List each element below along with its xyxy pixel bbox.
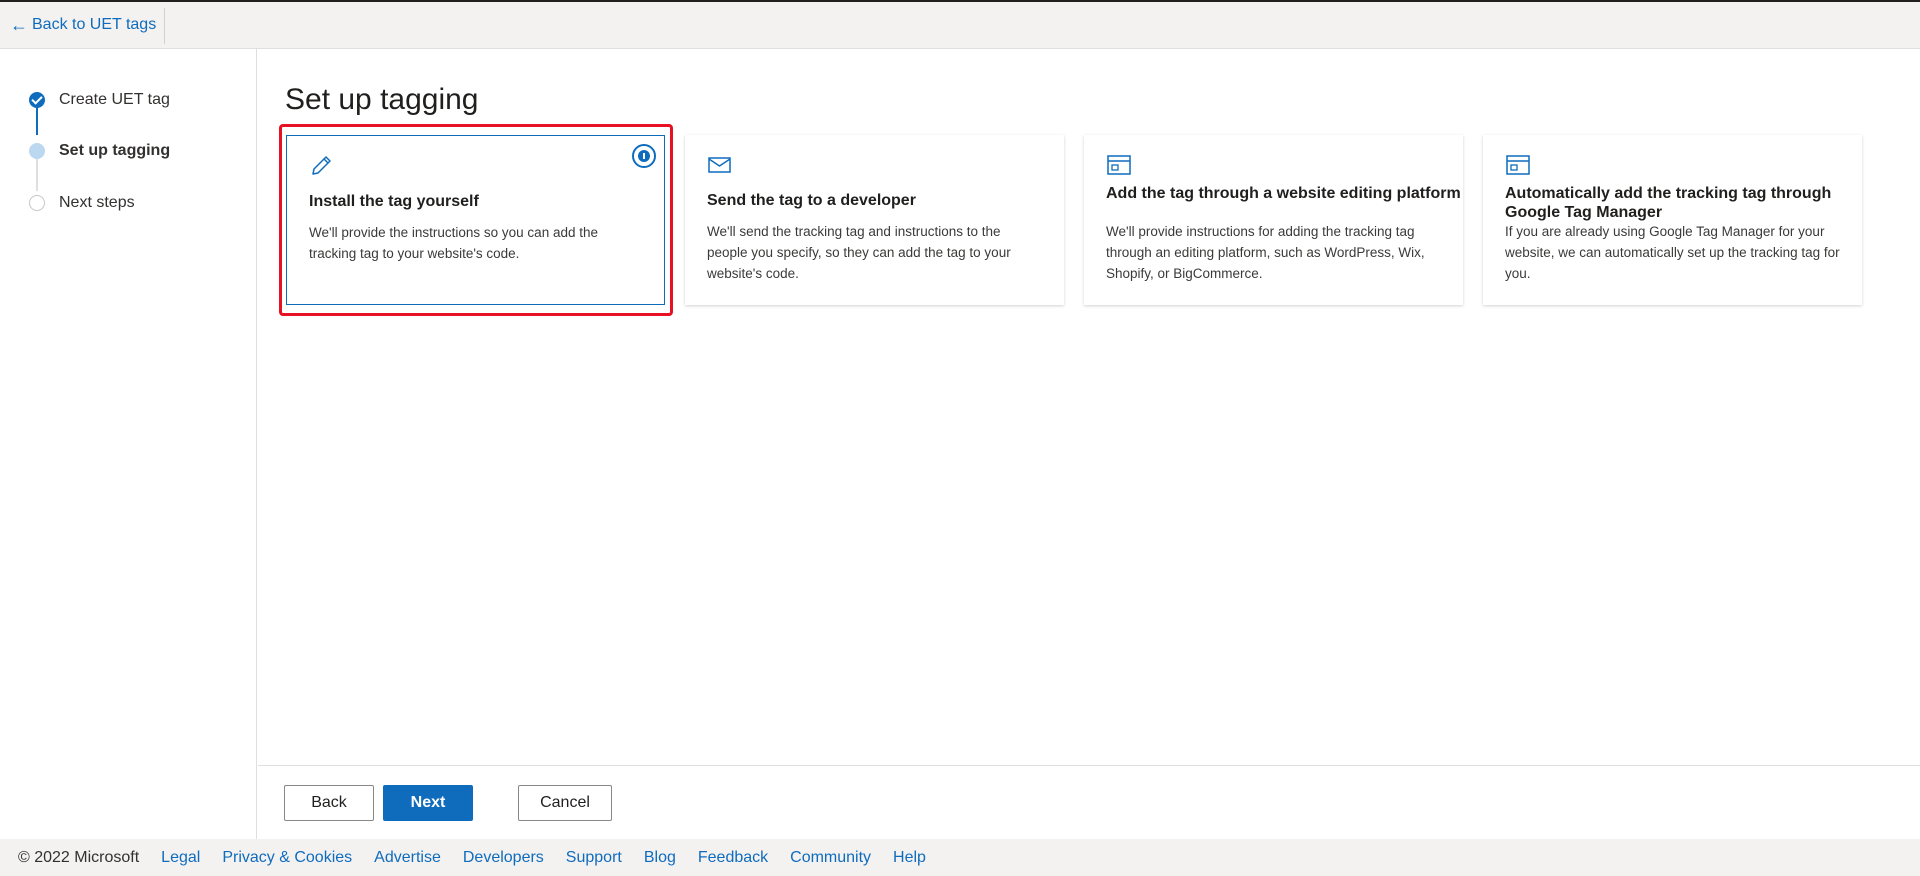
step-set-up-tagging: Set up tagging [29,142,170,160]
selected-radio-icon[interactable] [632,144,656,168]
footer-link-help[interactable]: Help [893,849,926,867]
arrow-left-icon: ← [10,15,28,35]
footer-link-feedback[interactable]: Feedback [698,849,768,867]
actions-divider [258,765,1920,766]
footer-link-developers[interactable]: Developers [463,849,544,867]
option-card-send-to-developer[interactable]: Send the tag to a developer We'll send t… [685,135,1064,305]
step-next-steps: Next steps [29,194,135,212]
option-card-google-tag-manager[interactable]: Automatically add the tracking tag throu… [1483,135,1862,305]
main-content: Set up tagging Install the tag yourself … [258,49,1920,839]
step-create-uet-tag[interactable]: Create UET tag [29,91,170,109]
back-button[interactable]: Back [284,785,374,821]
option-description: If you are already using Google Tag Mana… [1505,224,1840,281]
footer-link-legal[interactable]: Legal [161,849,200,867]
back-link-label: Back to UET tags [32,16,157,33]
footer-link-community[interactable]: Community [790,849,871,867]
step-label: Next steps [59,194,135,211]
option-description: We'll send the tracking tag and instruct… [707,224,1011,281]
topbar-divider [164,8,165,44]
wizard-steps-sidebar: Create UET tag Set up tagging Next steps [0,49,257,839]
step-label: Create UET tag [59,91,170,108]
copyright-text: © 2022 Microsoft [18,848,140,866]
option-description: We'll provide instructions for adding th… [1106,224,1425,281]
option-card-install-yourself[interactable]: Install the tag yourself We'll provide t… [286,135,665,305]
option-title: Add the tag through a website editing pl… [1106,185,1461,202]
pencil-icon [309,154,335,178]
option-description: We'll provide the instructions so you ca… [309,225,598,261]
cancel-button[interactable]: Cancel [518,785,612,821]
option-card-website-editing-platform[interactable]: Add the tag through a website editing pl… [1084,135,1463,305]
browser-window-icon [1106,153,1132,177]
mail-icon [707,153,733,177]
page-title: Set up tagging [285,83,479,116]
browser-window-icon [1505,153,1531,177]
back-to-uet-tags-link[interactable]: ← Back to UET tags [10,16,156,34]
step-label: Set up tagging [59,142,171,159]
footer-link-privacy[interactable]: Privacy & Cookies [222,849,352,867]
footer-link-advertise[interactable]: Advertise [374,849,441,867]
site-footer: © 2022 Microsoft Legal Privacy & Cookies… [0,839,1920,876]
checkmark-icon [29,92,45,108]
option-title: Automatically add the tracking tag throu… [1505,185,1832,221]
option-title: Install the tag yourself [309,193,479,210]
pending-step-dot-icon [29,195,45,211]
top-bar: ← Back to UET tags [0,2,1920,49]
footer-link-blog[interactable]: Blog [644,849,676,867]
current-step-dot-icon [29,143,45,159]
option-title: Send the tag to a developer [707,192,916,209]
next-button[interactable]: Next [383,785,473,821]
footer-link-support[interactable]: Support [566,849,622,867]
